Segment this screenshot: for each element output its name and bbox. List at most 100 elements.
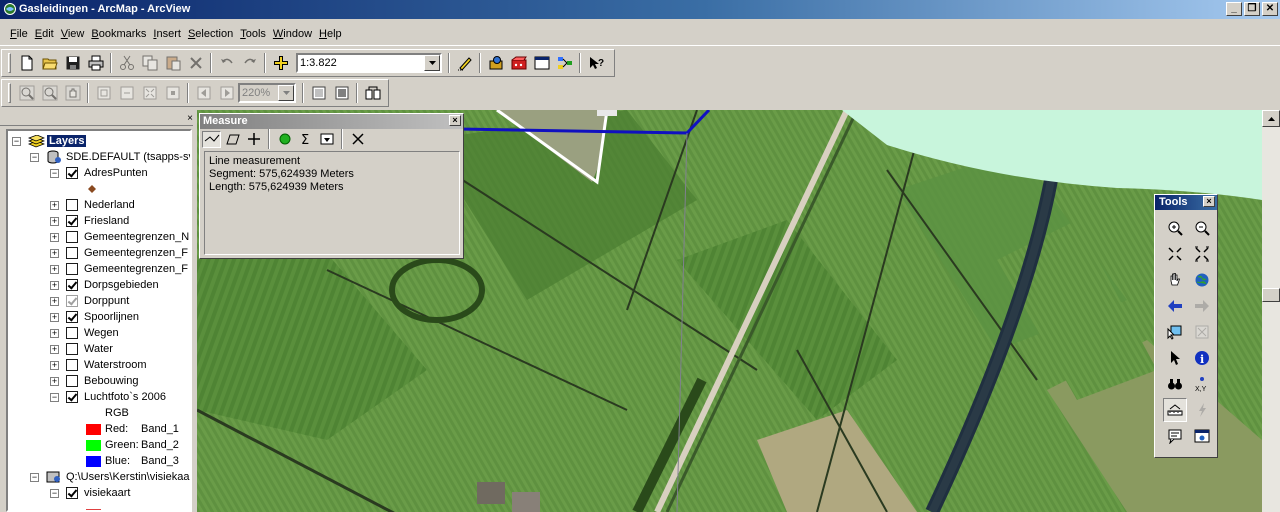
arccatalog-icon[interactable] [507, 52, 530, 74]
forward-extent-icon[interactable] [1190, 294, 1214, 318]
layer-row[interactable]: + Gemeentegrenzen_N [50, 229, 189, 245]
layer-visibility-checkbox[interactable] [66, 487, 78, 499]
go-to-xy-icon[interactable]: X,Y [1190, 372, 1214, 396]
expand-icon[interactable]: + [50, 360, 59, 370]
cut-icon[interactable] [115, 52, 138, 74]
fixed-zoom-in-layout-icon[interactable] [138, 82, 161, 104]
layer-visibility-checkbox[interactable] [66, 391, 78, 403]
layer-row[interactable]: + Dorpsgebieden [50, 277, 159, 293]
select-features-icon[interactable] [1163, 320, 1187, 344]
expand-icon[interactable]: + [50, 376, 59, 386]
snapping-icon[interactable] [275, 131, 294, 148]
pan-hand-icon[interactable] [1163, 268, 1187, 292]
add-data-icon[interactable] [269, 52, 292, 74]
whats-this-help-icon[interactable]: ? [584, 52, 607, 74]
expand-icon[interactable]: + [50, 264, 59, 274]
tree-row-file-group[interactable]: − Q:\Users\Kerstin\visiekaa [30, 469, 189, 485]
menu-view[interactable]: View [58, 28, 88, 40]
model-builder-icon[interactable] [553, 52, 576, 74]
copy-icon[interactable] [138, 52, 161, 74]
menu-file[interactable]: File [7, 28, 31, 40]
restore-button[interactable]: ❐ [1244, 2, 1260, 16]
minimize-button[interactable]: _ [1226, 2, 1242, 16]
clear-results-icon[interactable] [348, 131, 367, 148]
expand-icon[interactable]: + [50, 280, 59, 290]
expand-icon[interactable]: + [50, 200, 59, 210]
collapse-icon[interactable]: − [50, 488, 59, 498]
layer-visibility-checkbox[interactable] [66, 375, 78, 387]
arctoolbox-icon[interactable] [484, 52, 507, 74]
layer-row[interactable]: − AdresPunten [50, 165, 148, 181]
layer-visibility-checkbox[interactable] [66, 263, 78, 275]
layout-zoom-in-icon[interactable] [15, 82, 38, 104]
layer-visibility-checkbox[interactable] [66, 295, 78, 307]
expand-icon[interactable]: + [50, 216, 59, 226]
menu-selection[interactable]: Selection [185, 28, 236, 40]
layer-visibility-checkbox[interactable] [66, 199, 78, 211]
editor-toolbar-icon[interactable] [453, 52, 476, 74]
print-icon[interactable] [84, 52, 107, 74]
layer-row[interactable]: + Gemeentegrenzen_F [50, 245, 188, 261]
delete-icon[interactable] [184, 52, 207, 74]
layout-zoom-out-icon[interactable] [38, 82, 61, 104]
clear-selection-icon[interactable] [1190, 320, 1214, 344]
layout-zoom-combo[interactable]: 220% [238, 83, 296, 103]
tools-title-bar[interactable]: Tools × [1155, 195, 1217, 210]
fixed-zoom-in-icon[interactable] [1163, 242, 1187, 266]
layer-visibility-checkbox[interactable] [66, 343, 78, 355]
open-folder-icon[interactable] [38, 52, 61, 74]
tree-row-layers[interactable]: − Layers [12, 133, 87, 149]
command-line-icon[interactable] [530, 52, 553, 74]
fixed-zoom-out-layout-icon[interactable] [161, 82, 184, 104]
layer-row[interactable]: + Gemeentegrenzen_F [50, 261, 188, 277]
layer-visibility-checkbox[interactable] [66, 231, 78, 243]
close-icon[interactable]: × [1203, 196, 1215, 207]
layout-pan-icon[interactable] [61, 82, 84, 104]
collapse-icon[interactable]: − [12, 136, 21, 146]
back-extent-icon[interactable] [1163, 294, 1187, 318]
zoom-in-icon[interactable] [1163, 216, 1187, 240]
layer-row[interactable]: − visiekaart [50, 485, 130, 501]
toolbar-grip[interactable] [8, 53, 11, 73]
layer-row[interactable]: + Friesland [50, 213, 129, 229]
menu-help[interactable]: Help [316, 28, 345, 40]
close-icon[interactable]: × [449, 115, 461, 126]
layer-visibility-checkbox[interactable] [66, 359, 78, 371]
close-button[interactable]: ✕ [1262, 2, 1278, 16]
menu-tools[interactable]: Tools [237, 28, 269, 40]
measure-icon[interactable] [1163, 398, 1187, 422]
collapse-icon[interactable]: − [50, 392, 59, 402]
layer-row[interactable]: + Dorppunt [50, 293, 129, 309]
layer-row[interactable]: + Bebouwing [50, 373, 138, 389]
select-elements-icon[interactable] [1163, 346, 1187, 370]
zoom-100-icon[interactable] [115, 82, 138, 104]
zoom-out-icon[interactable] [1190, 216, 1214, 240]
expand-icon[interactable]: + [50, 296, 59, 306]
undo-icon[interactable] [215, 52, 238, 74]
scroll-up-button[interactable] [1262, 110, 1280, 127]
go-back-extent-icon[interactable] [192, 82, 215, 104]
expand-icon[interactable]: + [50, 248, 59, 258]
layer-row[interactable]: + Waterstroom [50, 357, 147, 373]
focus-data-frame-icon[interactable] [330, 82, 353, 104]
layer-row[interactable]: + Nederland [50, 197, 135, 213]
measure-title-bar[interactable]: Measure × [200, 114, 463, 129]
measure-feature-icon[interactable] [244, 131, 263, 148]
expand-icon[interactable]: + [50, 344, 59, 354]
layer-row[interactable]: − Luchtfoto`s 2006 [50, 389, 166, 405]
redo-icon[interactable] [238, 52, 261, 74]
layer-row[interactable]: + Water [50, 341, 113, 357]
layer-visibility-checkbox[interactable] [66, 247, 78, 259]
layer-visibility-checkbox[interactable] [66, 279, 78, 291]
identify-icon[interactable]: i [1190, 346, 1214, 370]
chevron-down-icon[interactable] [424, 55, 440, 71]
save-icon[interactable] [61, 52, 84, 74]
scroll-thumb[interactable] [1262, 288, 1280, 302]
toolbar-grip[interactable] [8, 83, 11, 103]
chevron-down-icon[interactable] [278, 85, 294, 101]
html-popup-icon[interactable] [1163, 424, 1187, 448]
menu-bookmarks[interactable]: Bookmarks [88, 28, 149, 40]
find-binoculars-icon[interactable] [1163, 372, 1187, 396]
layer-row[interactable]: + Spoorlijnen [50, 309, 139, 325]
paste-icon[interactable] [161, 52, 184, 74]
